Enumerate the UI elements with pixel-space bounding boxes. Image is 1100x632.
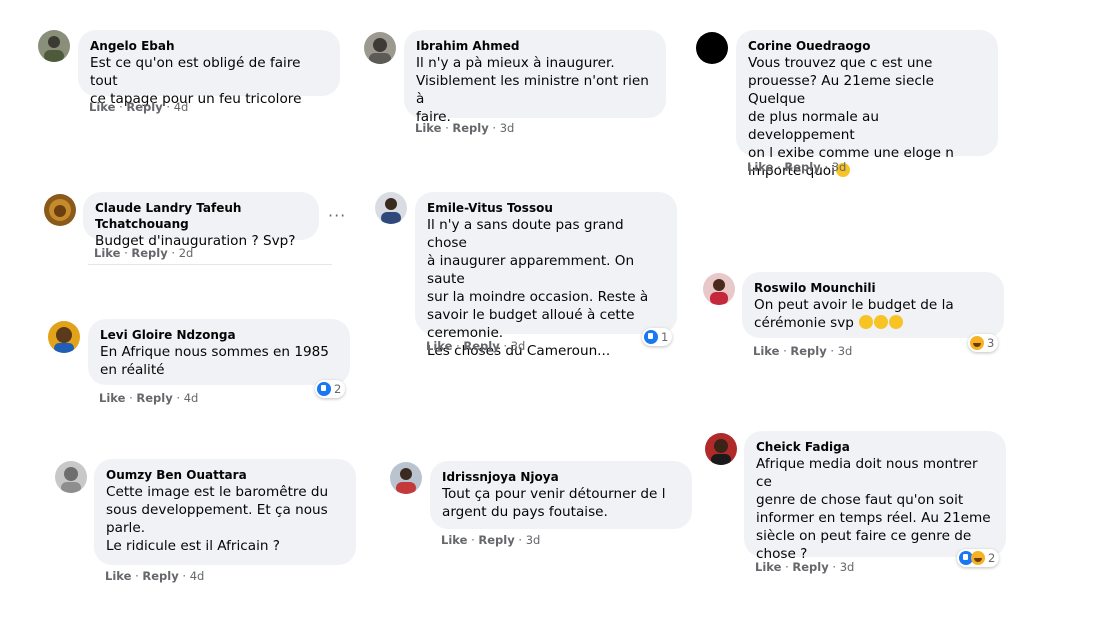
like-link[interactable]: Like [89,100,115,114]
like-link[interactable]: Like [753,344,779,358]
comment-bubble: Cheick Fadiga Afrique media doit nous mo… [744,431,1006,562]
comment-actions: Like · Reply · 3d [426,339,526,353]
comment-actions: Like · Reply · 3d [755,560,855,574]
comment-time[interactable]: 2d [179,246,194,260]
rofl-emoji-icon [889,315,904,329]
like-link[interactable]: Like [426,339,452,353]
reply-link[interactable]: Reply [126,100,162,114]
commenter-name[interactable]: Ibrahim Ahmed [416,38,654,54]
comment-actions: Like · Reply · 3d [441,533,541,547]
comment-text: Tout ça pour venir détourner de l argent… [442,486,666,520]
comment-time[interactable]: 4d [184,391,199,405]
avatar[interactable] [705,433,737,465]
avatar[interactable] [375,192,407,224]
reaction-badge[interactable]: 1 [642,328,673,346]
comment-time[interactable]: 3d [511,339,526,353]
like-link[interactable]: Like [415,121,441,135]
like-link[interactable]: Like [747,160,773,174]
comment-time[interactable]: 3d [832,160,847,174]
comment-actions: Like · Reply · 4d [105,569,205,583]
avatar[interactable] [44,194,76,226]
commenter-name[interactable]: Idrissnjoya Njoya [442,469,680,485]
comment-bubble: Roswilo Mounchili On peut avoir le budge… [742,272,1004,338]
commenter-name[interactable]: Claude Landry Tafeuh Tchatchouang [95,200,307,232]
commenter-name[interactable]: Angelo Ebah [90,38,328,54]
commenter-name[interactable]: Cheick Fadiga [756,439,994,455]
comment-actions: Like · Reply · 2d [94,246,194,260]
like-link[interactable]: Like [441,533,467,547]
reply-link[interactable]: Reply [784,160,820,174]
like-reaction-icon [644,330,658,344]
comment-time[interactable]: 4d [174,100,189,114]
avatar[interactable] [390,462,422,494]
haha-reaction-icon [970,336,984,350]
comment-time[interactable]: 3d [500,121,515,135]
commenter-name[interactable]: Oumzy Ben Ouattara [106,467,344,483]
comment-bubble: Corine Ouedraogo Vous trouvez que c est … [736,30,998,179]
like-link[interactable]: Like [755,560,781,574]
reaction-count: 1 [661,330,669,344]
reply-link[interactable]: Reply [790,344,826,358]
like-link[interactable]: Like [94,246,120,260]
comment-actions: Like · Reply · 3d [415,121,515,135]
like-link[interactable]: Like [99,391,125,405]
comment-bubble: Ibrahim Ahmed Il n'y a pà mieux à inaugu… [404,30,666,125]
comment-time[interactable]: 3d [840,560,855,574]
comment-actions: Like · Reply · 4d [89,100,189,114]
comment-bubble: Angelo Ebah Est ce qu'on est obligé de f… [78,30,340,107]
reply-link[interactable]: Reply [131,246,167,260]
rofl-emoji-icon [859,315,874,329]
avatar[interactable] [703,273,735,305]
reply-link[interactable]: Reply [478,533,514,547]
commenter-name[interactable]: Levi Gloire Ndzonga [100,327,338,343]
comment-bubble: Levi Gloire Ndzonga En Afrique nous somm… [88,319,350,385]
like-reaction-icon [317,382,331,396]
comment-actions: Like · Reply · 3d [747,160,847,174]
divider [88,264,332,265]
reply-link[interactable]: Reply [142,569,178,583]
reply-link[interactable]: Reply [452,121,488,135]
comment-text: Il n'y a pà mieux à inaugurer. Visibleme… [416,55,649,125]
reply-link[interactable]: Reply [792,560,828,574]
comment-text: On peut avoir le budget de la cérémonie … [754,297,954,331]
avatar[interactable] [696,32,728,64]
reaction-badge[interactable]: 3 [968,334,999,352]
comment-time[interactable]: 4d [190,569,205,583]
reaction-badge[interactable]: 2 [315,380,346,398]
comment-bubble: Idrissnjoya Njoya Tout ça pour venir dét… [430,461,692,529]
like-link[interactable]: Like [105,569,131,583]
comment-time[interactable]: 3d [526,533,541,547]
comment-actions: Like · Reply · 4d [99,391,199,405]
comment-text: Cette image est le baromêtre du sous dev… [106,484,329,554]
more-options-icon[interactable]: ··· [328,206,346,225]
comment-bubble: Oumzy Ben Ouattara Cette image est le ba… [94,459,356,565]
comment-bubble: Emile-Vitus Tossou Il n'y a sans doute p… [415,192,677,359]
reaction-count: 2 [988,551,996,565]
comment-text: Afrique media doit nous montrer ce genre… [756,456,991,562]
reaction-badge[interactable]: 2 [957,549,1000,567]
rofl-emoji-icon [874,315,889,329]
comment-text: En Afrique nous sommes en 1985 en réalit… [100,344,329,378]
commenter-name[interactable]: Emile-Vitus Tossou [427,200,665,216]
haha-reaction-icon [971,551,985,565]
avatar[interactable] [48,321,80,353]
avatar[interactable] [38,30,70,62]
comment-actions: Like · Reply · 3d [753,344,853,358]
avatar[interactable] [364,32,396,64]
reaction-count: 2 [334,382,342,396]
comment-bubble: Claude Landry Tafeuh Tchatchouang Budget… [83,192,319,249]
avatar[interactable] [55,461,87,493]
reply-link[interactable]: Reply [463,339,499,353]
comment-time[interactable]: 3d [838,344,853,358]
reply-link[interactable]: Reply [136,391,172,405]
commenter-name[interactable]: Roswilo Mounchili [754,280,992,296]
reaction-count: 3 [987,336,995,350]
commenter-name[interactable]: Corine Ouedraogo [748,38,986,54]
